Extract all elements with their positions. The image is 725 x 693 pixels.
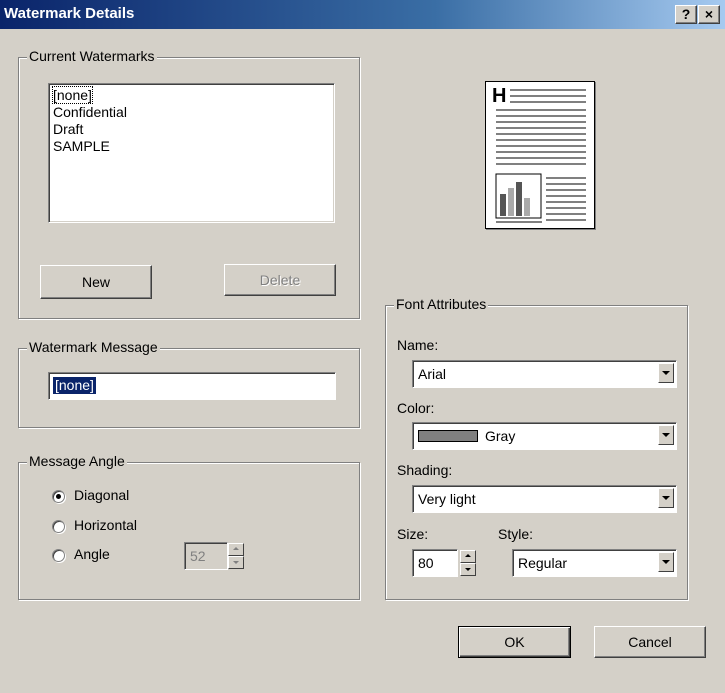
cancel-button[interactable]: Cancel <box>594 626 706 658</box>
font-attributes-legend: Font Attributes <box>394 296 489 312</box>
chevron-down-icon[interactable] <box>658 363 674 383</box>
angle-radio[interactable] <box>52 549 65 562</box>
watermarks-listbox[interactable]: [none] Confidential Draft SAMPLE <box>48 83 335 223</box>
color-swatch <box>418 430 478 442</box>
help-button[interactable]: ? <box>675 5 697 24</box>
message-angle-group: Message Angle <box>18 453 360 600</box>
watermark-message-input[interactable]: [none] <box>48 372 336 400</box>
angle-label: Angle <box>74 546 110 562</box>
font-size-input[interactable]: 80 <box>412 549 458 577</box>
angle-spin-up[interactable] <box>228 543 244 556</box>
window-title: Watermark Details <box>4 5 135 22</box>
font-name-select[interactable]: Arial <box>412 360 677 388</box>
horizontal-label: Horizontal <box>74 517 138 533</box>
diagonal-radio[interactable] <box>52 490 65 503</box>
chevron-down-icon[interactable] <box>658 552 674 572</box>
font-color-value: Gray <box>485 428 516 444</box>
shading-select[interactable]: Very light <box>412 485 677 513</box>
font-style-select[interactable]: Regular <box>512 549 677 577</box>
current-watermarks-legend: Current Watermarks <box>27 48 157 64</box>
shading-value: Very light <box>418 491 476 507</box>
font-name-value: Arial <box>418 366 447 382</box>
watermark-message-value: [none] <box>53 377 96 394</box>
font-size-value: 80 <box>418 555 434 571</box>
size-spin-up[interactable] <box>460 550 476 563</box>
font-color-select[interactable]: Gray <box>412 422 677 450</box>
size-spin-down[interactable] <box>460 563 476 576</box>
chevron-down-icon[interactable] <box>658 425 674 445</box>
angle-spin-down[interactable] <box>228 556 244 569</box>
preview-lines <box>495 89 586 223</box>
chevron-down-icon[interactable] <box>658 488 674 508</box>
color-label: Color: <box>397 400 435 416</box>
watermark-message-legend: Watermark Message <box>27 339 160 355</box>
angle-input[interactable]: 52 <box>184 542 228 570</box>
title-bar: Watermark Details ? × <box>0 0 725 29</box>
name-label: Name: <box>397 337 439 353</box>
watermark-details-dialog: Watermark Details ? × Current Watermarks… <box>0 0 725 693</box>
message-angle-legend: Message Angle <box>27 453 127 469</box>
diagonal-label: Diagonal <box>74 487 130 503</box>
angle-value: 52 <box>190 548 206 564</box>
close-button[interactable]: × <box>698 5 720 24</box>
horizontal-radio[interactable] <box>52 520 65 533</box>
shading-label: Shading: <box>397 462 453 478</box>
new-button[interactable]: New <box>40 265 152 299</box>
list-item[interactable]: Confidential <box>53 104 330 121</box>
delete-button[interactable]: Delete <box>224 264 336 296</box>
style-label: Style: <box>498 526 534 542</box>
page-preview-icon: H <box>485 81 595 229</box>
ok-button[interactable]: OK <box>458 626 571 658</box>
list-item[interactable]: SAMPLE <box>53 138 330 155</box>
list-item[interactable]: [none] <box>52 86 330 104</box>
list-item[interactable]: Draft <box>53 121 330 138</box>
size-label: Size: <box>397 526 429 542</box>
font-style-value: Regular <box>518 555 568 571</box>
